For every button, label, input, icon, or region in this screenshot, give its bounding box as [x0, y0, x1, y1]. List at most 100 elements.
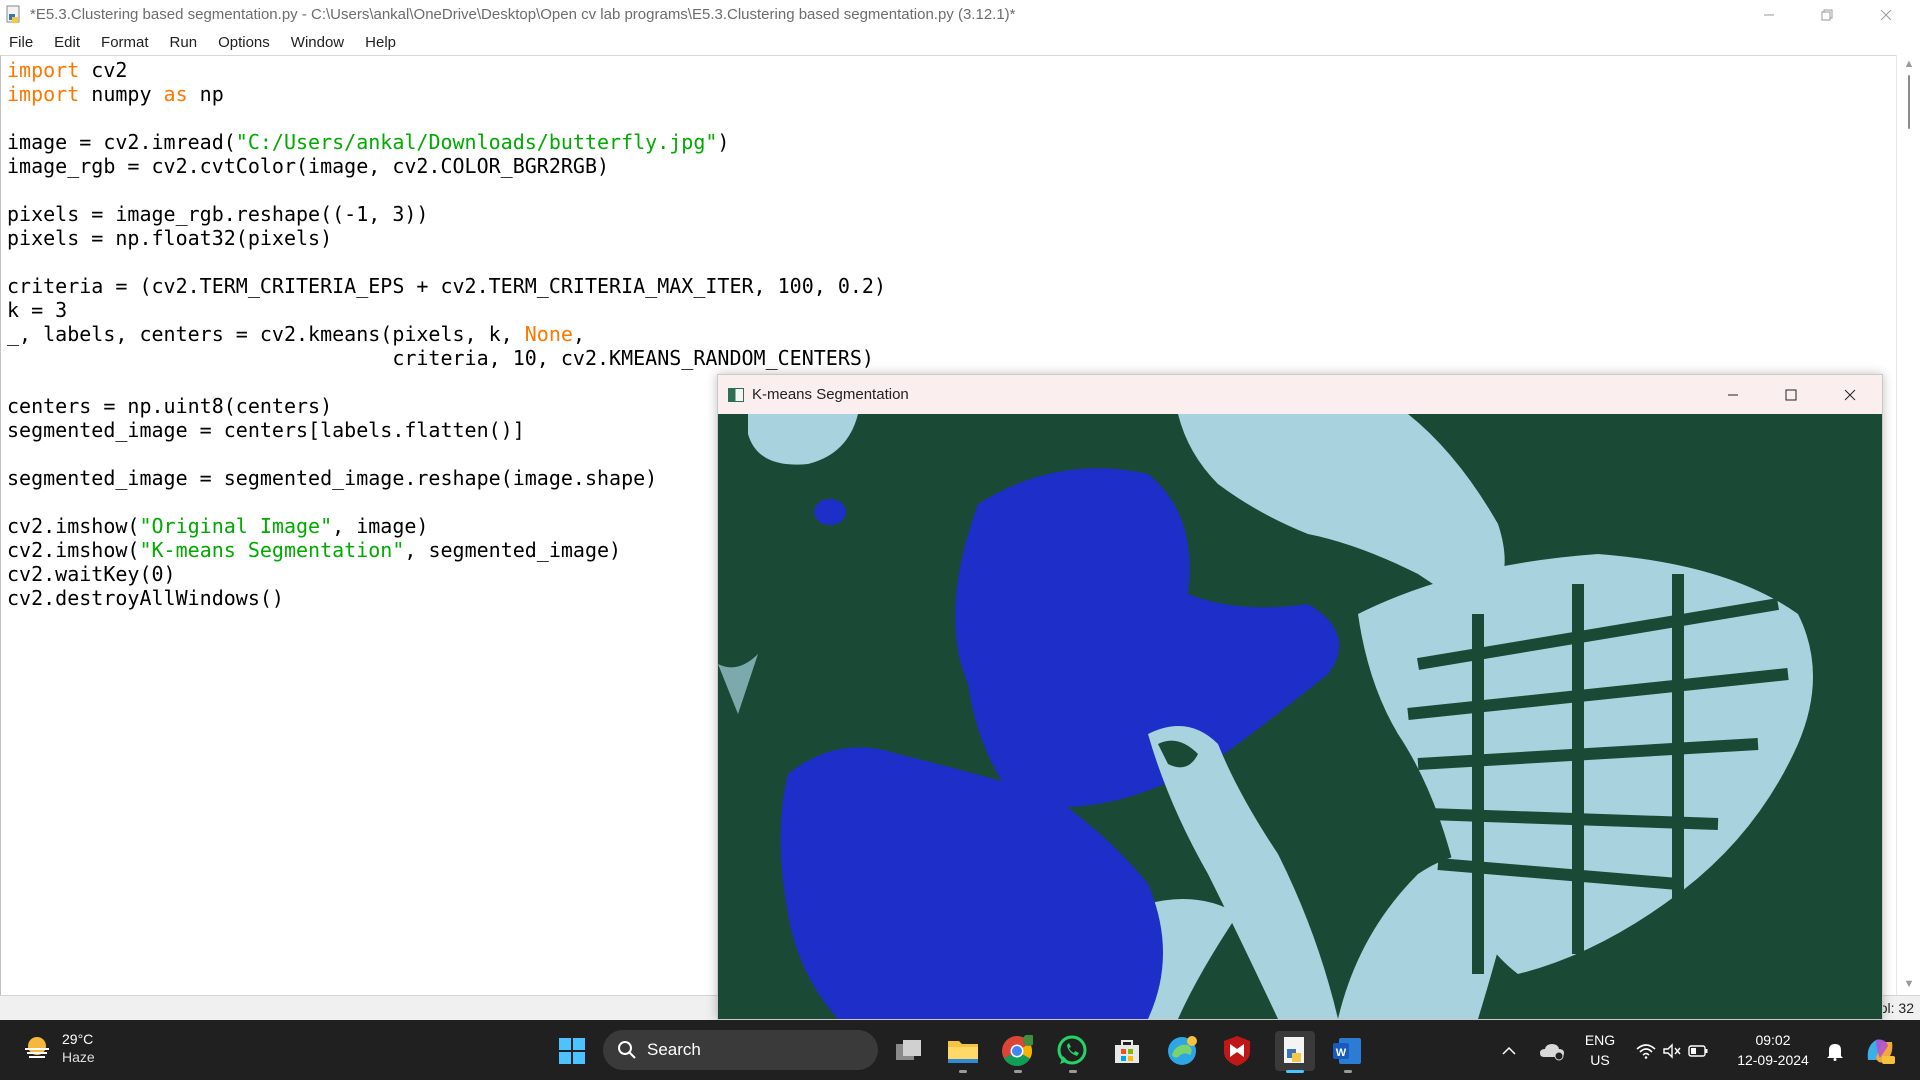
speaker-muted-icon — [1663, 1043, 1681, 1059]
menu-help[interactable]: Help — [365, 34, 396, 51]
code-token: cv2.destroyAllWindows() — [7, 586, 284, 610]
code-line: _, labels, centers = cv2.kmeans(pixels, … — [7, 322, 886, 346]
task-view-icon — [896, 1040, 921, 1060]
file-explorer-icon — [948, 1041, 978, 1063]
whatsapp-button[interactable] — [1055, 1034, 1089, 1068]
word-button[interactable]: W — [1330, 1034, 1364, 1068]
code-token: segmented_image = centers[labels.flatten… — [7, 418, 525, 442]
svg-text:W: W — [1336, 1047, 1347, 1059]
code-token: _, labels, centers = cv2.kmeans(pixels, … — [7, 322, 525, 346]
close-icon — [1844, 389, 1856, 400]
code-token: numpy — [79, 82, 164, 106]
input-language-button[interactable]: ENG US — [1583, 1030, 1617, 1070]
code-token: , image) — [332, 514, 429, 538]
cv-minimize-button[interactable] — [1704, 375, 1762, 414]
code-line: import cv2 — [7, 58, 886, 82]
restore-button[interactable] — [1798, 0, 1856, 29]
clock-time: 09:02 — [1755, 1032, 1791, 1048]
segmented-butterfly-image — [718, 414, 1882, 1019]
scroll-thumb[interactable] — [1908, 75, 1910, 129]
whatsapp-icon — [1057, 1035, 1087, 1065]
wifi-icon — [1636, 1044, 1656, 1059]
cv-close-button[interactable] — [1821, 375, 1879, 414]
edge-icon — [1168, 1036, 1197, 1065]
weather-widget[interactable]: 29°C Haze — [22, 1030, 95, 1066]
language-code: ENG — [1584, 1032, 1616, 1048]
code-token: cv2.waitKey(0) — [7, 562, 176, 586]
minimize-button[interactable] — [1740, 0, 1798, 29]
code-token: "K-means Segmentation" — [139, 538, 405, 562]
code-token: cv2 — [79, 58, 128, 82]
word-icon: W — [1333, 1038, 1361, 1064]
code-token: image = cv2.imread( — [7, 130, 236, 154]
code-token: import — [7, 58, 80, 82]
code-line: import numpy as np — [7, 82, 886, 106]
task-view-button[interactable] — [892, 1034, 926, 1068]
code-token: np — [187, 82, 224, 106]
code-token: "Original Image" — [139, 514, 333, 538]
close-button[interactable] — [1857, 0, 1915, 29]
code-token: centers = np.uint8(centers) — [7, 394, 333, 418]
kmeans-segmentation-window[interactable]: K-means Segmentation — [717, 374, 1883, 1020]
maximize-icon — [1785, 389, 1797, 400]
idle-python-icon — [1284, 1037, 1304, 1063]
taskbar-search[interactable]: Search — [603, 1030, 878, 1070]
code-token: segmented_image = segmented_image.reshap… — [7, 466, 658, 490]
code-token: pixels = np.float32(pixels) — [7, 226, 333, 250]
cv-maximize-button[interactable] — [1762, 375, 1820, 414]
cursor-column: ol: 32 — [1879, 1000, 1914, 1016]
copilot-icon — [1867, 1039, 1895, 1064]
minimize-icon — [1764, 14, 1774, 15]
onedrive-button[interactable] — [1536, 1034, 1568, 1068]
opencv-window-icon — [728, 387, 744, 402]
code-line: criteria = (cv2.TERM_CRITERIA_EPS + cv2.… — [7, 274, 886, 298]
restore-icon — [1821, 9, 1833, 20]
menu-window[interactable]: Window — [291, 34, 344, 51]
start-button[interactable] — [555, 1034, 589, 1068]
window-title: *E5.3.Clustering based segmentation.py -… — [30, 6, 1016, 23]
code-token: criteria = (cv2.TERM_CRITERIA_EPS + cv2.… — [7, 274, 886, 298]
menu-format[interactable]: Format — [101, 34, 149, 51]
clock-date: 12-09-2024 — [1737, 1052, 1809, 1068]
vertical-scrollbar[interactable]: ▲ ▼ — [1896, 55, 1920, 995]
haze-sun-icon — [22, 1033, 52, 1063]
clock-button[interactable]: 09:02 12-09-2024 — [1730, 1030, 1816, 1070]
notifications-button[interactable] — [1823, 1034, 1847, 1068]
copilot-button[interactable] — [1860, 1034, 1900, 1068]
code-line: k = 3 — [7, 298, 886, 322]
menu-edit[interactable]: Edit — [54, 34, 80, 51]
show-hidden-icons-button[interactable] — [1497, 1034, 1521, 1068]
menu-file[interactable]: File — [9, 34, 33, 51]
python-file-icon — [4, 5, 24, 25]
bell-icon — [1827, 1044, 1843, 1061]
chrome-button[interactable] — [1000, 1034, 1034, 1068]
idle-python-button[interactable] — [1275, 1031, 1315, 1071]
code-token: pixels = image_rgb.reshape((-1, 3)) — [7, 202, 429, 226]
edge-button[interactable] — [1165, 1034, 1199, 1068]
windows-taskbar: 29°C Haze Search W ENG US 09:02 12-09-20… — [0, 1020, 1920, 1080]
battery-icon — [1688, 1045, 1708, 1057]
chevron-up-icon — [1502, 1046, 1516, 1055]
microsoft-store-icon — [1115, 1040, 1139, 1063]
code-token: cv2.imshow( — [7, 538, 140, 562]
cv-title-bar[interactable]: K-means Segmentation — [718, 375, 1882, 414]
code-token: import — [7, 82, 80, 106]
microsoft-store-button[interactable] — [1110, 1034, 1144, 1068]
code-token: ) — [717, 130, 730, 154]
quick-settings-button[interactable] — [1632, 1034, 1712, 1068]
weather-temperature: 29°C — [62, 1031, 94, 1047]
code-line: criteria, 10, cv2.KMEANS_RANDOM_CENTERS) — [7, 346, 886, 370]
mcafee-button[interactable] — [1220, 1034, 1254, 1068]
scroll-down-icon[interactable]: ▼ — [1897, 975, 1920, 993]
menu-options[interactable]: Options — [218, 34, 270, 51]
menu-bar: File Edit Format Run Options Window Help — [0, 29, 1920, 55]
mcafee-icon — [1224, 1036, 1250, 1066]
scroll-up-icon[interactable]: ▲ — [1897, 55, 1920, 73]
region-code: US — [1590, 1052, 1610, 1068]
menu-run[interactable]: Run — [170, 34, 198, 51]
code-line: image = cv2.imread("C:/Users/ankal/Downl… — [7, 130, 886, 154]
code-token: None — [524, 322, 573, 346]
file-explorer-button[interactable] — [946, 1034, 980, 1068]
